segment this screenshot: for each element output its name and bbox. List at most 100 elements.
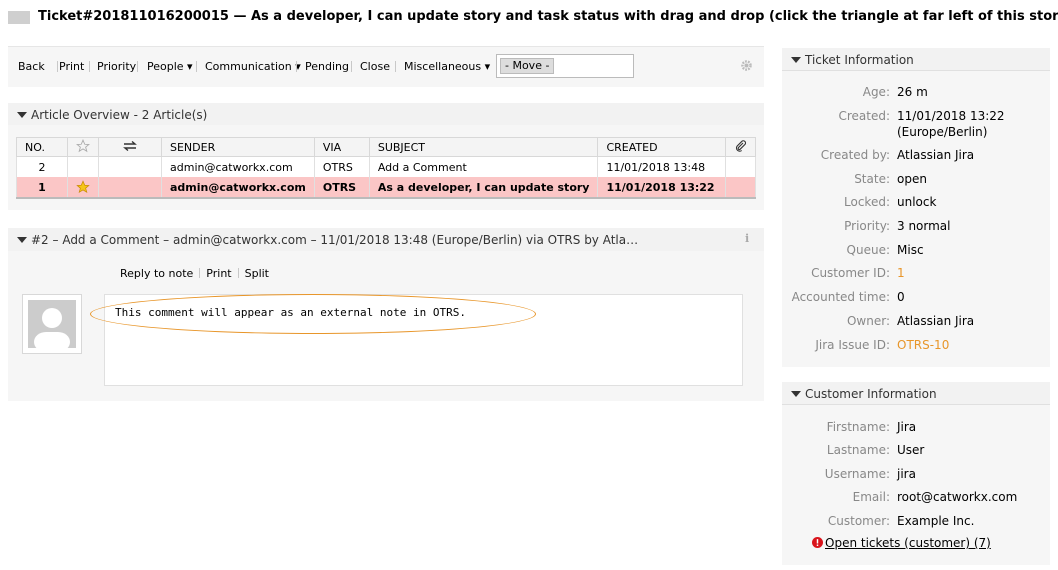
info-label: State: [854, 172, 890, 186]
info-label: Locked: [844, 195, 890, 209]
toolbar-separator [196, 61, 197, 72]
column-header-star[interactable] [67, 137, 99, 157]
star-outline-icon [76, 138, 90, 152]
info-label: Queue: [846, 243, 890, 257]
move-queue-select[interactable]: - Move - [496, 54, 634, 78]
open-tickets-link[interactable]: Open tickets (customer) (7) [825, 536, 991, 550]
collapse-triangle-icon[interactable] [791, 57, 801, 63]
article-overview-header[interactable]: Article Overview - 2 Article(s) [8, 103, 764, 126]
article-content-header[interactable]: #2 – Add a Comment – admin@catworkx.com … [8, 228, 764, 252]
article-content-panel: Reply to note Print Split This comment wil… [8, 251, 764, 401]
ticket-information-panel: Age: 26 m Created: 11/01/2018 13:22 (Eur… [782, 71, 1050, 367]
info-label: Customer: [827, 514, 890, 528]
gear-icon[interactable] [740, 59, 753, 75]
ticket-color-indicator [8, 11, 30, 24]
split-link[interactable]: Split [245, 267, 269, 280]
direction-arrows-icon [123, 140, 137, 151]
ticket-header: Ticket#201811016200015 — As a developer,… [8, 9, 1058, 27]
jira-issue-link[interactable]: OTRS-10 [897, 338, 949, 352]
info-value: Atlassian Jira [897, 148, 975, 162]
info-value: 11/01/2018 13:22 [897, 109, 1005, 123]
info-value-timezone: (Europe/Berlin) [897, 125, 988, 139]
column-header-subject[interactable]: SUBJECT [368, 137, 599, 157]
article-via: OTRS [313, 156, 370, 177]
move-selected-option: - Move - [500, 58, 555, 74]
customer-information-title: Customer Information [805, 387, 937, 401]
article-no: 1 [16, 177, 68, 199]
column-header-via[interactable]: VIA [313, 137, 370, 157]
column-header-created[interactable]: CREATED [597, 137, 727, 157]
info-value: unlock [897, 195, 937, 209]
pending-button[interactable]: Pending [305, 60, 349, 73]
collapse-triangle-icon[interactable] [17, 112, 27, 118]
article-direction-cell [98, 177, 162, 199]
info-value: Jira [897, 420, 917, 434]
table-row-selected[interactable]: 1 admin@catworkx.com OTRS As a developer… [16, 177, 756, 199]
article-attachment-cell [725, 177, 756, 199]
info-value: User [897, 443, 925, 457]
close-button[interactable]: Close [360, 60, 390, 73]
article-subject: Add a Comment [368, 156, 599, 177]
avatar [22, 294, 82, 354]
column-header-no[interactable]: NO. [16, 137, 68, 157]
article-sender: admin@catworkx.com [161, 177, 315, 199]
article-star-cell [67, 177, 99, 199]
people-menu[interactable]: People ▾ [147, 60, 193, 73]
info-value: 0 [897, 290, 905, 304]
article-sender: admin@catworkx.com [161, 156, 315, 177]
toolbar-separator [351, 61, 352, 72]
table-row[interactable]: 2 admin@catworkx.com OTRS Add a Comment … [16, 156, 756, 177]
communication-menu[interactable]: Communication ▾ [205, 60, 301, 73]
info-value: jira [897, 467, 916, 481]
article-actions: Reply to note Print Split [120, 267, 273, 280]
toolbar-separator [395, 61, 396, 72]
info-label: Owner: [846, 314, 890, 328]
collapse-triangle-icon[interactable] [17, 237, 27, 243]
toolbar-separator [89, 61, 90, 72]
info-label: Username: [824, 467, 890, 481]
warning-icon [812, 537, 823, 551]
column-header-sender[interactable]: SENDER [161, 137, 315, 157]
article-overview-title: Article Overview - 2 Article(s) [31, 108, 208, 122]
reply-to-note-link[interactable]: Reply to note [120, 267, 193, 280]
info-value: Atlassian Jira [897, 314, 975, 328]
article-overview-panel: NO. SENDER VIA SUBJECT CREATED 2 admin@c… [8, 125, 764, 210]
column-header-direction[interactable] [98, 137, 162, 157]
article-subject: As a developer, I can update story [368, 177, 599, 199]
article-created: 11/01/2018 13:48 [597, 156, 727, 177]
print-button[interactable]: Print [59, 60, 84, 73]
article-star-cell [67, 156, 99, 177]
article-created: 11/01/2018 13:22 [597, 177, 727, 199]
back-button[interactable]: Back [18, 60, 45, 73]
customer-information-header[interactable]: Customer Information [782, 382, 1050, 405]
miscellaneous-menu[interactable]: Miscellaneous ▾ [404, 60, 490, 73]
info-label: Jira Issue ID: [815, 338, 890, 352]
collapse-triangle-icon[interactable] [791, 391, 801, 397]
toolbar-separator [137, 61, 138, 72]
info-label: Created by: [820, 148, 890, 162]
info-label: Priority: [844, 219, 890, 233]
priority-button[interactable]: Priority [97, 60, 136, 73]
toolbar-separator [296, 61, 297, 72]
customer-id-link[interactable]: 1 [897, 266, 905, 280]
avatar-placeholder-icon [28, 300, 76, 348]
info-label: Accounted time: [791, 290, 890, 304]
info-label: Lastname: [826, 443, 890, 457]
article-via: OTRS [313, 177, 370, 199]
info-value: root@catworkx.com [897, 490, 1018, 504]
info-value: 26 m [897, 85, 928, 99]
info-label: Age: [862, 85, 890, 99]
ticket-information-header[interactable]: Ticket Information [782, 48, 1050, 71]
action-toolbar: Back Print Priority People ▾ Communicati… [8, 46, 764, 87]
info-icon[interactable]: i [745, 232, 749, 245]
article-direction-cell [98, 156, 162, 177]
info-value: open [897, 172, 927, 186]
column-header-attachment[interactable] [725, 137, 756, 157]
link-separator [237, 268, 239, 278]
highlight-ellipse [90, 294, 536, 334]
info-label: Customer ID: [811, 266, 890, 280]
article-table: NO. SENDER VIA SUBJECT CREATED 2 admin@c… [16, 137, 756, 199]
ticket-information-title: Ticket Information [805, 53, 914, 67]
info-value: Misc [897, 243, 924, 257]
print-article-link[interactable]: Print [206, 267, 231, 280]
